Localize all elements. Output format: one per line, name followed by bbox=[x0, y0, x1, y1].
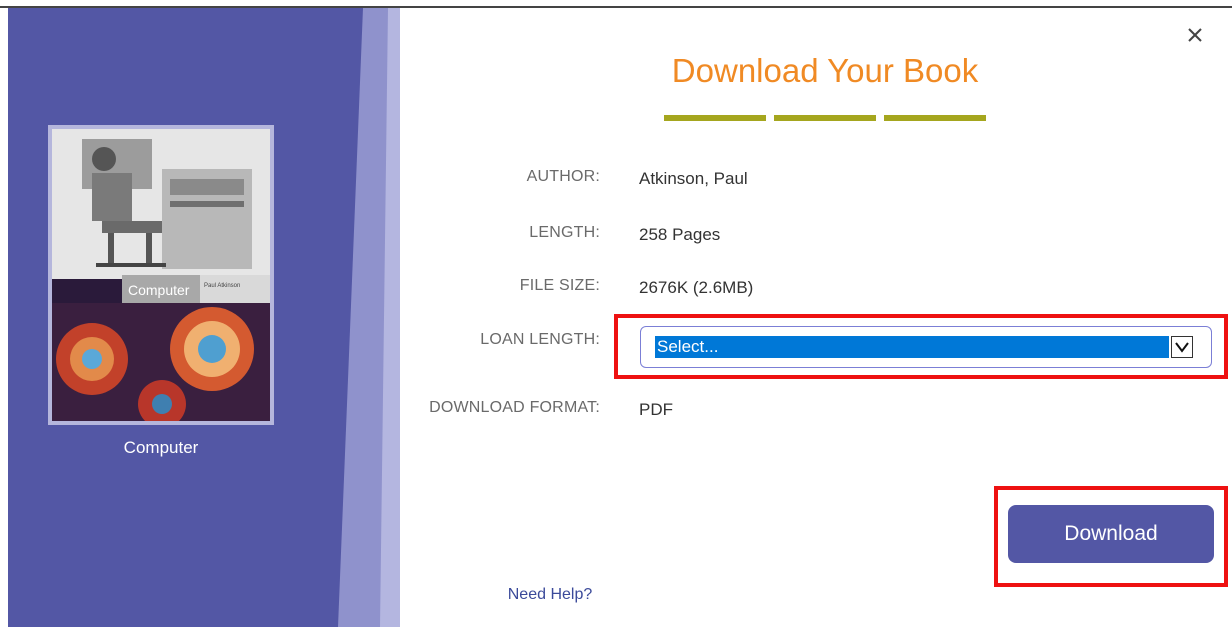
loan-length-select[interactable]: Select... bbox=[640, 326, 1212, 368]
file-size-value: 2676K (2.6MB) bbox=[639, 278, 754, 297]
book-cover[interactable]: Computer Paul Atkinson bbox=[48, 125, 274, 425]
close-icon bbox=[1188, 28, 1202, 42]
book-cover-image: Computer Paul Atkinson bbox=[52, 129, 270, 421]
length-label: LENGTH: bbox=[529, 224, 600, 241]
window-top-edge bbox=[0, 0, 1232, 8]
file-size-label: FILE SIZE: bbox=[519, 277, 600, 294]
author-value: Atkinson, Paul bbox=[639, 169, 748, 188]
download-format-label: DOWNLOAD FORMAT: bbox=[429, 399, 600, 416]
loan-length-label: LOAN LENGTH: bbox=[480, 331, 600, 348]
title-bar-2 bbox=[774, 115, 876, 121]
download-button[interactable]: Download bbox=[1008, 505, 1214, 563]
cover-author-text: Paul Atkinson bbox=[204, 283, 240, 289]
author-label: AUTHOR: bbox=[526, 168, 600, 185]
book-title-caption: Computer bbox=[123, 438, 199, 457]
loan-length-selected-value: Select... bbox=[655, 336, 1169, 358]
cover-title-text: Computer bbox=[128, 282, 190, 298]
length-value: 258 Pages bbox=[639, 225, 721, 244]
title-bar-1 bbox=[664, 115, 766, 121]
book-panel: Computer Paul Atkinson Computer bbox=[8, 8, 400, 627]
dropdown-toggle[interactable] bbox=[1171, 336, 1193, 358]
need-help-link[interactable]: Need Help? bbox=[490, 586, 610, 604]
download-format-value: PDF bbox=[639, 400, 673, 419]
chevron-down-icon bbox=[1175, 342, 1189, 353]
close-button[interactable] bbox=[1184, 24, 1206, 46]
dialog-title: Download Your Book bbox=[671, 52, 979, 89]
title-bar-3 bbox=[884, 115, 986, 121]
